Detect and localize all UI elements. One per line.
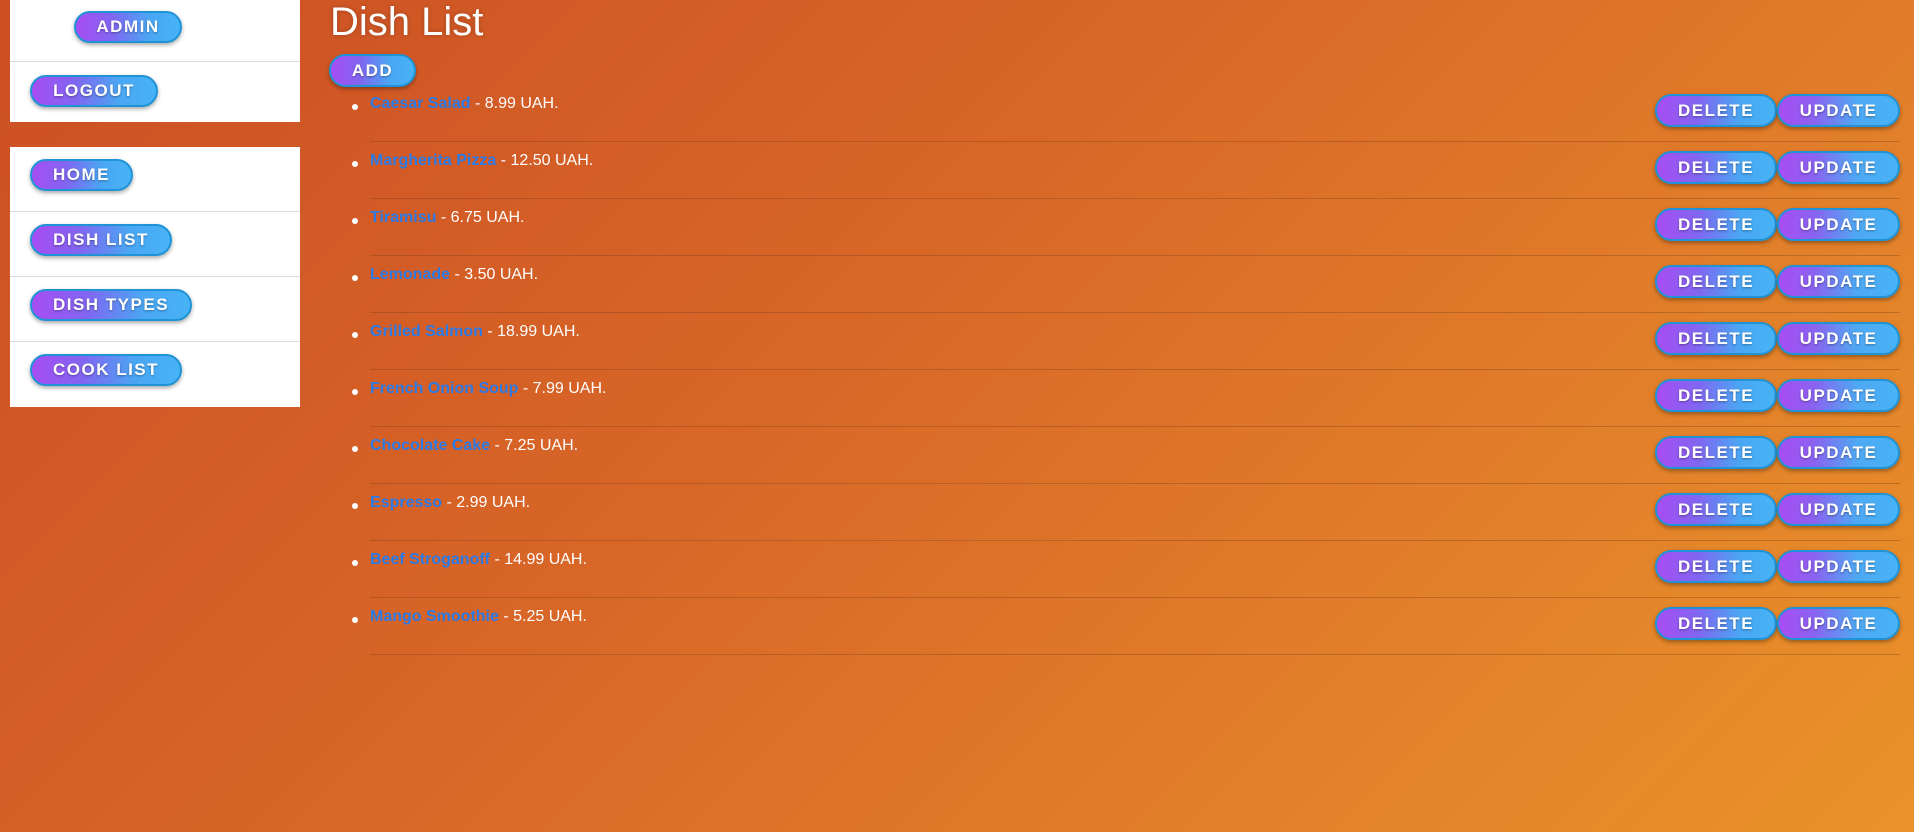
list-item: French Onion Soup - 7.99 UAH. DELETE UPD…	[352, 370, 1900, 427]
dish-name-link[interactable]: Mango Smoothie	[370, 608, 499, 625]
bullet-icon	[352, 275, 358, 281]
dish-name-link[interactable]: Lemonade	[370, 266, 450, 283]
user-panel-row-logout: LOGOUT	[10, 62, 300, 123]
dish-name-link[interactable]: Espresso	[370, 494, 442, 511]
dish-entry: Espresso - 2.99 UAH.	[370, 494, 530, 512]
dish-entry: Beef Stroganoff - 14.99 UAH.	[370, 551, 587, 569]
dish-entry: Grilled Salmon - 18.99 UAH.	[370, 323, 580, 341]
list-item: Chocolate Cake - 7.25 UAH. DELETE UPDATE	[352, 427, 1900, 484]
dish-name-link[interactable]: Grilled Salmon	[370, 323, 483, 340]
delete-button[interactable]: DELETE	[1655, 265, 1777, 298]
list-item: Mango Smoothie - 5.25 UAH. DELETE UPDATE	[352, 598, 1900, 655]
update-button[interactable]: UPDATE	[1777, 607, 1900, 640]
sidebar-row-dish-list: DISH LIST	[10, 212, 300, 277]
dish-name-link[interactable]: Beef Stroganoff	[370, 551, 490, 568]
bullet-icon	[352, 503, 358, 509]
dish-list: Caesar Salad - 8.99 UAH. DELETE UPDATE M…	[352, 85, 1900, 655]
dish-entry: Caesar Salad - 8.99 UAH.	[370, 95, 559, 113]
update-button[interactable]: UPDATE	[1777, 151, 1900, 184]
delete-button[interactable]: DELETE	[1655, 379, 1777, 412]
dish-price: - 8.99 UAH.	[470, 95, 559, 112]
dish-price: - 7.99 UAH.	[518, 380, 607, 397]
update-button[interactable]: UPDATE	[1777, 379, 1900, 412]
dish-price: - 18.99 UAH.	[482, 323, 580, 340]
dish-name-link[interactable]: Caesar Salad	[370, 95, 471, 112]
dish-price: - 12.50 UAH.	[496, 152, 594, 169]
bullet-icon	[352, 560, 358, 566]
update-button[interactable]: UPDATE	[1777, 436, 1900, 469]
user-panel: ADMIN LOGOUT	[10, 0, 300, 122]
dish-name-link[interactable]: French Onion Soup	[370, 380, 518, 397]
dish-price: - 3.50 UAH.	[450, 266, 539, 283]
delete-button[interactable]: DELETE	[1655, 94, 1777, 127]
dish-name-link[interactable]: Chocolate Cake	[370, 437, 490, 454]
dish-price: - 5.25 UAH.	[498, 608, 587, 625]
delete-button[interactable]: DELETE	[1655, 493, 1777, 526]
delete-button[interactable]: DELETE	[1655, 607, 1777, 640]
logout-button[interactable]: LOGOUT	[30, 75, 158, 107]
update-button[interactable]: UPDATE	[1777, 493, 1900, 526]
list-item: Grilled Salmon - 18.99 UAH. DELETE UPDAT…	[352, 313, 1900, 370]
dish-name-link[interactable]: Margherita Pizza	[370, 152, 496, 169]
delete-button[interactable]: DELETE	[1655, 436, 1777, 469]
bullet-icon	[352, 104, 358, 110]
dish-entry: Tiramisu - 6.75 UAH.	[370, 209, 524, 227]
update-button[interactable]: UPDATE	[1777, 265, 1900, 298]
update-button[interactable]: UPDATE	[1777, 94, 1900, 127]
bullet-icon	[352, 446, 358, 452]
dish-price: - 2.99 UAH.	[442, 494, 531, 511]
delete-button[interactable]: DELETE	[1655, 550, 1777, 583]
list-item: Margherita Pizza - 12.50 UAH. DELETE UPD…	[352, 142, 1900, 199]
list-item: Beef Stroganoff - 14.99 UAH. DELETE UPDA…	[352, 541, 1900, 598]
sidebar-row-home: HOME	[10, 147, 300, 212]
sidebar-item-home[interactable]: HOME	[30, 159, 133, 191]
update-button[interactable]: UPDATE	[1777, 208, 1900, 241]
dish-name-link[interactable]: Tiramisu	[370, 209, 436, 226]
bullet-icon	[352, 218, 358, 224]
sidebar-row-cook-list: COOK LIST	[10, 342, 300, 407]
dish-entry: Mango Smoothie - 5.25 UAH.	[370, 608, 587, 626]
update-button[interactable]: UPDATE	[1777, 322, 1900, 355]
admin-button[interactable]: ADMIN	[74, 11, 182, 43]
dish-entry: Chocolate Cake - 7.25 UAH.	[370, 437, 578, 455]
bullet-icon	[352, 332, 358, 338]
list-item: Espresso - 2.99 UAH. DELETE UPDATE	[352, 484, 1900, 541]
dish-entry: French Onion Soup - 7.99 UAH.	[370, 380, 606, 398]
sidebar-nav: HOME DISH LIST DISH TYPES COOK LIST	[10, 147, 300, 407]
bullet-icon	[352, 161, 358, 167]
list-item: Tiramisu - 6.75 UAH. DELETE UPDATE	[352, 199, 1900, 256]
sidebar-item-dish-list[interactable]: DISH LIST	[30, 224, 172, 256]
sidebar-item-dish-types[interactable]: DISH TYPES	[30, 289, 192, 321]
dish-entry: Margherita Pizza - 12.50 UAH.	[370, 152, 593, 170]
add-dish-button[interactable]: ADD	[329, 54, 416, 87]
sidebar-item-cook-list[interactable]: COOK LIST	[30, 354, 182, 386]
dish-price: - 14.99 UAH.	[490, 551, 587, 568]
list-item: Caesar Salad - 8.99 UAH. DELETE UPDATE	[352, 85, 1900, 142]
dish-entry: Lemonade - 3.50 UAH.	[370, 266, 538, 284]
bullet-icon	[352, 389, 358, 395]
delete-button[interactable]: DELETE	[1655, 151, 1777, 184]
sidebar-row-dish-types: DISH TYPES	[10, 277, 300, 342]
delete-button[interactable]: DELETE	[1655, 208, 1777, 241]
dish-price: - 6.75 UAH.	[436, 209, 525, 226]
delete-button[interactable]: DELETE	[1655, 322, 1777, 355]
bullet-icon	[352, 617, 358, 623]
list-item: Lemonade - 3.50 UAH. DELETE UPDATE	[352, 256, 1900, 313]
dish-price: - 7.25 UAH.	[490, 437, 579, 454]
page-title: Dish List	[330, 0, 484, 44]
user-panel-row-admin: ADMIN	[10, 0, 300, 62]
update-button[interactable]: UPDATE	[1777, 550, 1900, 583]
